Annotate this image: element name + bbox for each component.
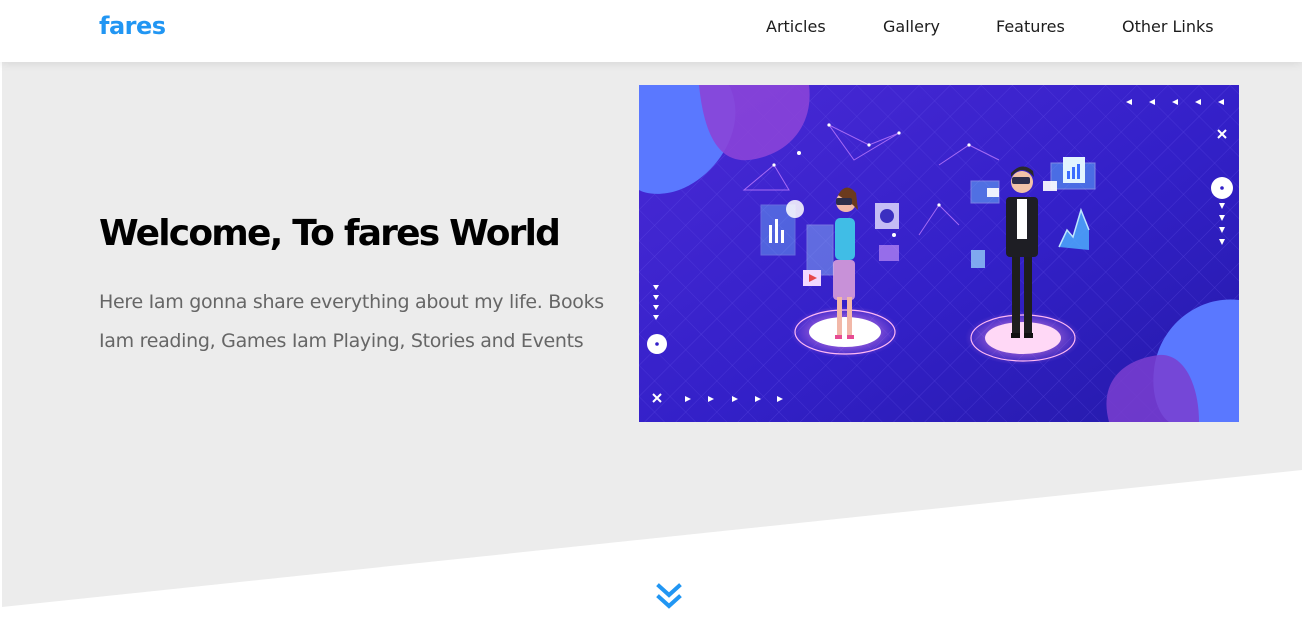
nav-link-features[interactable]: Features [996,17,1065,36]
nav-link-articles[interactable]: Articles [766,17,826,36]
nav-link-other-links[interactable]: Other Links [1122,17,1214,36]
double-chevron-down-icon [656,583,682,609]
main-nav: Articles Gallery Features Other Links [0,17,1302,39]
scroll-down-button[interactable] [656,583,682,611]
vr-illustration [639,85,1239,422]
hero-description: Here Iam gonna share everything about my… [99,291,604,352]
nav-link-gallery[interactable]: Gallery [883,17,940,36]
hero-title: Welcome, To fares World [99,213,561,254]
page: fares Articles Gallery Features Other Li… [0,0,1302,631]
header: fares Articles Gallery Features Other Li… [0,0,1302,62]
